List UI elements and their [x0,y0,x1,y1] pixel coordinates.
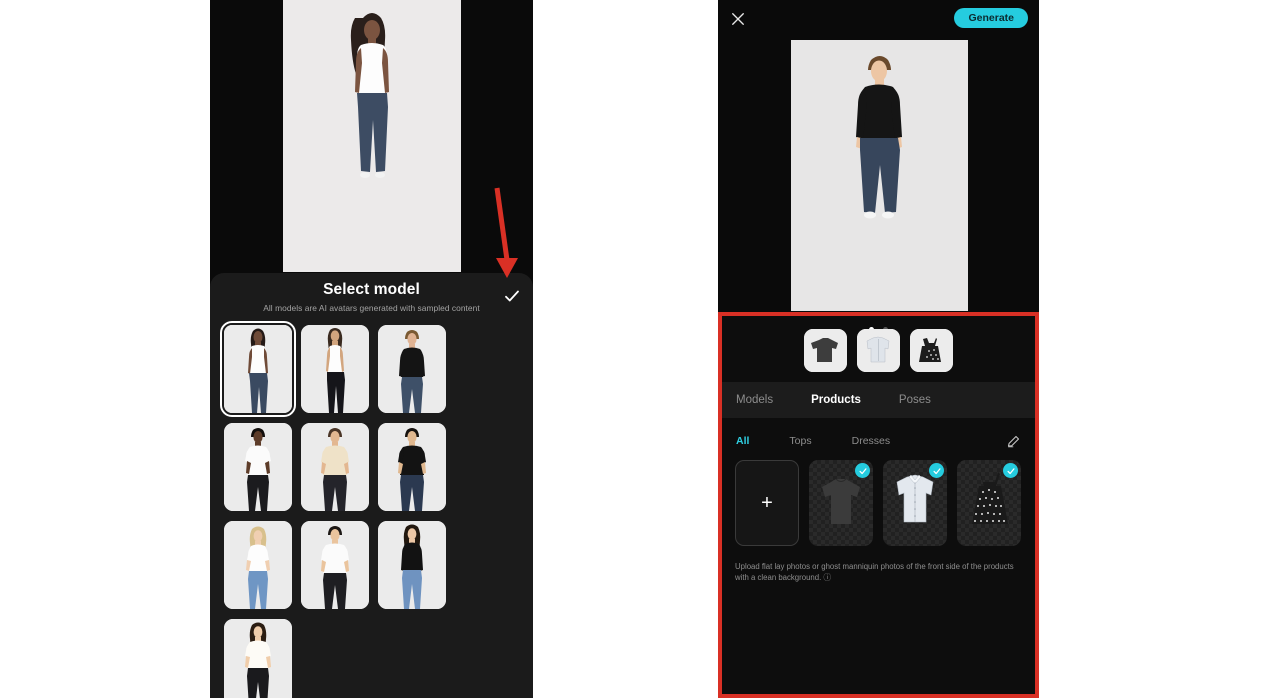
close-icon [732,13,744,25]
plus-icon: + [761,492,773,514]
product-card-tshirt[interactable] [809,460,873,546]
model-card-9[interactable] [378,521,446,609]
model-card-1[interactable] [220,321,296,417]
model-card-8[interactable] [301,521,369,609]
right-top-bar: Generate [718,0,1039,40]
selected-products-strip [722,329,1035,372]
product-card-dress[interactable] [957,460,1021,546]
screenshot-canvas: Select model All models are AI avatars g… [0,0,1280,698]
add-product-card[interactable]: + [735,460,799,546]
close-button[interactable] [729,10,747,28]
section-tabs: Models Products Poses [722,382,1035,418]
model-grid [210,321,533,698]
check-icon [505,290,519,302]
model-card-2[interactable] [301,325,369,413]
model-card-5[interactable] [301,423,369,511]
model-card-4[interactable] [224,423,292,511]
filter-tops[interactable]: Tops [789,435,811,447]
right-phone-screen: Generate Models Products Poses All Tops … [718,0,1039,698]
product-preview-image [791,40,968,311]
model-card-10[interactable] [224,619,292,698]
tab-poses[interactable]: Poses [899,394,931,406]
model-card-7[interactable] [224,521,292,609]
upload-hint-text: Upload flat lay photos or ghost manniqui… [735,562,1014,583]
page-title: Select model [323,281,420,298]
pencil-icon [1007,435,1020,447]
sheet-subtitle: All models are AI avatars generated with… [263,303,480,313]
tab-models[interactable]: Models [736,394,773,406]
check-icon [932,467,941,474]
selected-thumb-dress[interactable] [910,329,953,372]
product-card-shirt[interactable] [883,460,947,546]
products-panel-highlighted: Models Products Poses All Tops Dresses + [718,312,1039,698]
model-card-6[interactable] [378,423,446,511]
left-phone-screen: Select model All models are AI avatars g… [210,0,533,698]
model-preview-image [283,0,461,272]
red-down-arrow-annotation [486,186,526,286]
product-selected-badge [929,463,944,478]
confirm-check-button[interactable] [503,287,521,305]
sheet-header: Select model All models are AI avatars g… [210,273,533,313]
generate-button[interactable]: Generate [954,8,1028,28]
category-filters: All Tops Dresses [722,426,1035,456]
filter-dresses[interactable]: Dresses [852,435,891,447]
selected-thumb-shirt[interactable] [857,329,900,372]
filter-all[interactable]: All [736,435,749,447]
product-selected-badge [855,463,870,478]
selected-thumb-tshirt[interactable] [804,329,847,372]
select-model-bottom-sheet: Select model All models are AI avatars g… [210,273,533,698]
product-selected-badge [1003,463,1018,478]
check-icon [1006,467,1015,474]
edit-button[interactable] [1006,434,1021,449]
tab-products[interactable]: Products [811,394,861,406]
product-card-list: + [722,460,1035,546]
model-card-3[interactable] [378,325,446,413]
check-icon [858,467,867,474]
